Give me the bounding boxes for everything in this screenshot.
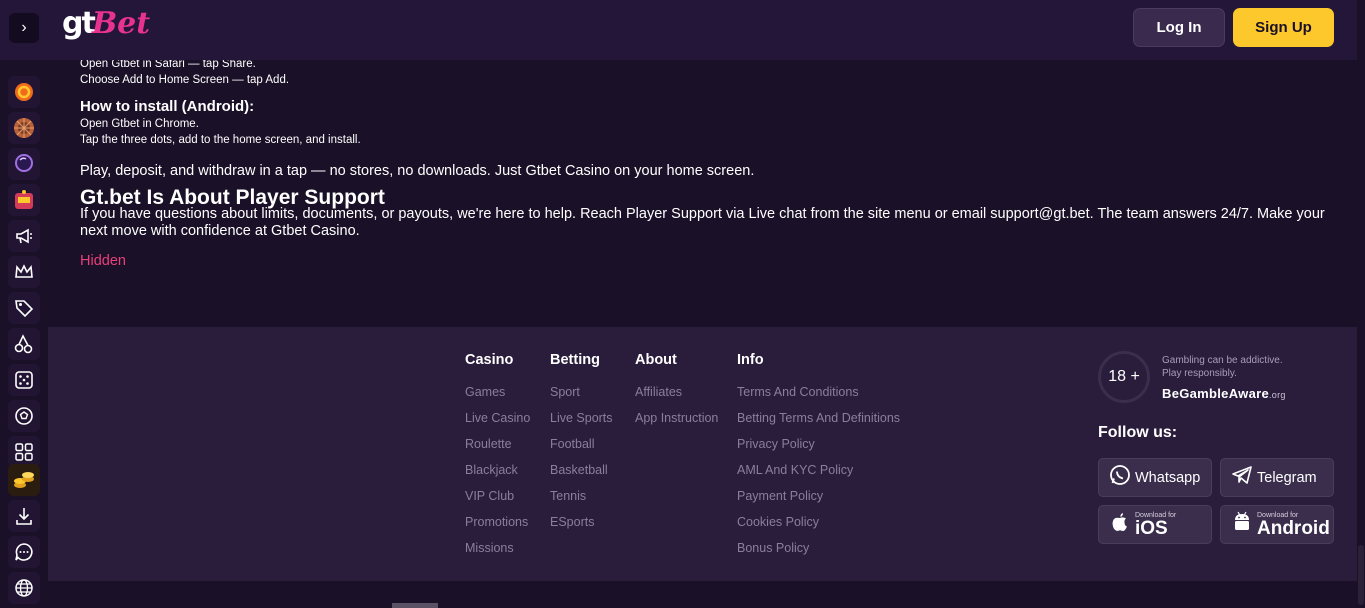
scrollbar-thumb[interactable] [1358, 545, 1364, 605]
page-scrollbar[interactable] [1357, 0, 1365, 608]
megaphone-icon[interactable] [8, 220, 40, 252]
footer-column-casino: Casino Games Live Casino Roulette Blackj… [465, 352, 530, 567]
footer-column-info: Info Terms And Conditions Betting Terms … [737, 352, 900, 567]
logo-bet: Bet [91, 6, 151, 41]
footer-link-aml-kyc[interactable]: AML And KYC Policy [737, 463, 900, 489]
gambling-warning: Gambling can be addictive. Play responsi… [1162, 354, 1283, 380]
follow-us-label: Follow us: [1098, 424, 1178, 441]
crown-icon[interactable] [8, 256, 40, 288]
footer-column-title: About [635, 352, 677, 368]
footer-link-basketball[interactable]: Basketball [550, 463, 613, 489]
apple-icon [1105, 512, 1135, 537]
footer-column-title: Info [737, 352, 764, 368]
logo-gt: gt [62, 6, 96, 41]
footer-link-sport[interactable]: Sport [550, 385, 613, 411]
footer-link-payment[interactable]: Payment Policy [737, 489, 900, 515]
footer-link-esports[interactable]: ESports [550, 515, 613, 541]
footer-column-about: About Affiliates App Instruction [635, 352, 718, 437]
ios-store-big-label: iOS [1135, 517, 1168, 539]
gtbet-logo[interactable]: gt Bet [62, 6, 150, 41]
coins-icon[interactable] [8, 464, 40, 496]
age-restriction-badge: 18 + [1098, 351, 1150, 403]
android-heading: How to install (Android): [80, 98, 255, 115]
footer-column-title: Casino [465, 352, 514, 368]
signup-button[interactable]: Sign Up [1233, 8, 1334, 47]
download-icon[interactable] [8, 500, 40, 532]
download-android-button[interactable]: Download for Android [1220, 505, 1334, 544]
footer-link-bonus[interactable]: Bonus Policy [737, 541, 900, 567]
cherries-icon[interactable] [8, 328, 40, 360]
gambling-warning-line-2: Play responsibly. [1162, 368, 1237, 379]
whatsapp-icon [1105, 464, 1135, 491]
footer-link-missions[interactable]: Missions [465, 541, 530, 567]
footer-link-betting-terms[interactable]: Betting Terms And Definitions [737, 411, 900, 437]
telegram-button[interactable]: Telegram [1220, 458, 1334, 497]
slot-machine-icon[interactable] [8, 184, 40, 216]
download-ios-button[interactable]: Download for iOS [1098, 505, 1212, 544]
hidden-toggle-link[interactable]: Hidden [80, 253, 1340, 269]
footer-link-tennis[interactable]: Tennis [550, 489, 613, 515]
begambleaware-org: .org [1269, 390, 1286, 400]
android-store-big-label: Android [1257, 517, 1330, 539]
tag-icon[interactable] [8, 292, 40, 324]
footer-link-vip-club[interactable]: VIP Club [465, 489, 530, 515]
begambleaware-logo[interactable]: BeGambleAware.org [1162, 386, 1286, 401]
footer-link-live-sports[interactable]: Live Sports [550, 411, 613, 437]
telegram-icon [1227, 464, 1257, 491]
android-icon [1227, 511, 1257, 538]
top-header: › gt Bet Log In Sign Up [0, 0, 1357, 60]
footer-link-affiliates[interactable]: Affiliates [635, 385, 718, 411]
chat-icon[interactable] [8, 536, 40, 568]
footer-link-terms[interactable]: Terms And Conditions [737, 385, 900, 411]
site-footer: Casino Games Live Casino Roulette Blackj… [48, 327, 1357, 581]
footer-link-privacy[interactable]: Privacy Policy [737, 437, 900, 463]
footer-column-title: Betting [550, 352, 600, 368]
login-button[interactable]: Log In [1133, 8, 1225, 47]
soccer-ball-icon[interactable] [8, 400, 40, 432]
begambleaware-text: BeGambleAware [1162, 386, 1269, 401]
whatsapp-button[interactable]: Whatsapp [1098, 458, 1212, 497]
footer-link-blackjack[interactable]: Blackjack [465, 463, 530, 489]
left-sidebar [0, 60, 48, 608]
play-paragraph: Play, deposit, and withdraw in a tap — n… [80, 163, 755, 179]
android-step-1: Open Gtbet in Chrome. [80, 118, 199, 130]
footer-link-promotions[interactable]: Promotions [465, 515, 530, 541]
crystal-ball-icon[interactable] [8, 148, 40, 180]
support-paragraph: If you have questions about limits, docu… [80, 206, 1325, 239]
footer-link-app-instruction[interactable]: App Instruction [635, 411, 718, 437]
article-content: Open Gtbet in Safari — tap Share. Choose… [80, 56, 1340, 269]
gambling-warning-line-1: Gambling can be addictive. [1162, 355, 1283, 366]
whatsapp-label: Whatsapp [1135, 469, 1201, 486]
globe-icon[interactable] [8, 572, 40, 604]
footer-link-roulette[interactable]: Roulette [465, 437, 530, 463]
footer-link-live-casino[interactable]: Live Casino [465, 411, 530, 437]
android-store-text: Download for Android [1257, 512, 1330, 538]
bottom-handle [392, 603, 438, 608]
roulette-wheel-icon[interactable] [8, 112, 40, 144]
gtbet-coin-icon[interactable] [8, 76, 40, 108]
footer-link-cookies[interactable]: Cookies Policy [737, 515, 900, 541]
chevron-right-icon: › [21, 19, 27, 36]
telegram-label: Telegram [1257, 469, 1317, 486]
dice-icon[interactable] [8, 364, 40, 396]
ios-step-2: Choose Add to Home Screen — tap Add. [80, 74, 290, 86]
android-step-2: Tap the three dots, add to the home scre… [80, 134, 361, 146]
sidebar-toggle-button[interactable]: › [9, 13, 39, 43]
footer-link-games[interactable]: Games [465, 385, 530, 411]
footer-column-betting: Betting Sport Live Sports Football Baske… [550, 352, 613, 541]
footer-link-football[interactable]: Football [550, 437, 613, 463]
footer-bottom-strip [48, 581, 1357, 608]
ios-store-text: Download for iOS [1135, 512, 1176, 538]
